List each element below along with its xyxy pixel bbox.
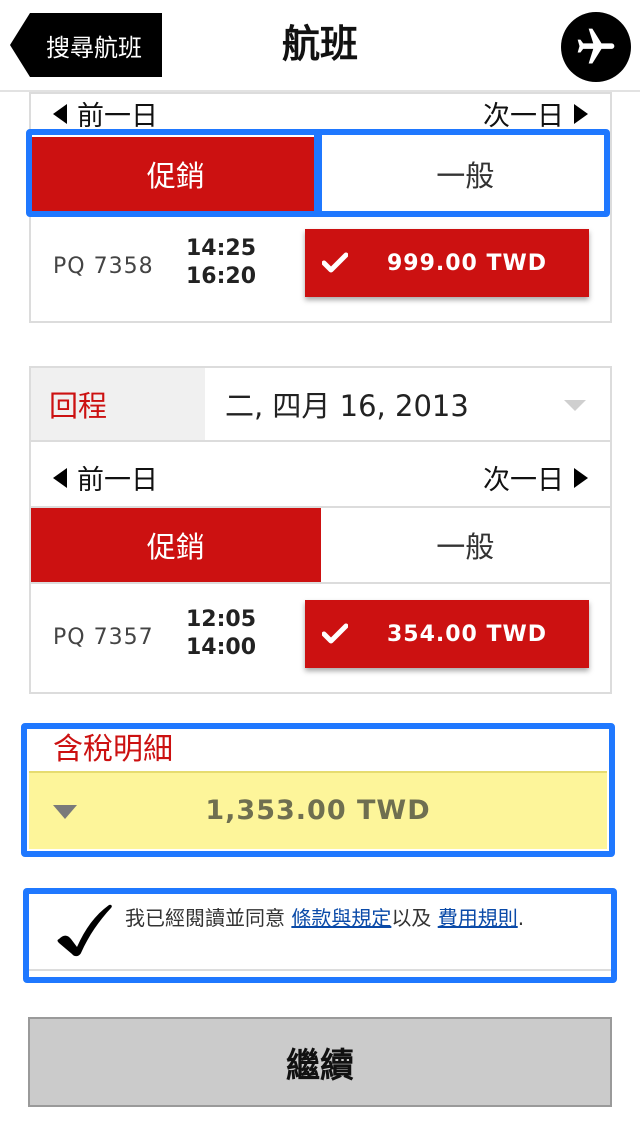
tab-label: 一般 — [436, 159, 495, 193]
flight-times: 14:25 16:20 — [181, 235, 261, 291]
price-label: 999.00 TWD — [386, 250, 548, 276]
flight-number: PQ 7358 — [53, 254, 154, 279]
return-tab-promo[interactable]: 促銷 — [31, 508, 321, 582]
triangle-left-icon — [53, 103, 67, 124]
return-day-nav: 前一日 次一日 — [31, 442, 610, 508]
return-fare-tabs: 促銷 一般 — [31, 508, 610, 584]
flight-status-button[interactable] — [561, 12, 631, 82]
next-day-label: 次一日 — [483, 101, 564, 132]
outbound-day-nav: 前一日 次一日 — [31, 94, 610, 133]
outbound-tab-promo[interactable]: 促銷 — [31, 137, 321, 211]
price-label: 354.00 TWD — [386, 621, 548, 647]
outbound-flight-row: PQ 7358 14:25 16:20 999.00 TWD — [31, 213, 610, 321]
return-flight-row: PQ 7357 12:05 14:00 354.00 TWD — [31, 584, 610, 692]
check-icon — [305, 623, 365, 645]
back-button-label: 搜尋航班 — [46, 33, 142, 62]
triangle-right-icon — [574, 467, 588, 488]
outbound-tab-regular[interactable]: 一般 — [320, 137, 610, 211]
return-flight-panel: 回程 二, 四月 16, 2013 前一日 次一日 促銷 一般 PQ 7357 … — [29, 366, 612, 694]
airplane-icon — [577, 28, 615, 64]
triangle-right-icon — [574, 103, 588, 124]
highlight-divider — [314, 129, 322, 217]
chevron-down-icon — [564, 400, 586, 411]
continue-button[interactable]: 繼續 — [28, 1017, 612, 1107]
tab-label: 促銷 — [146, 530, 205, 564]
next-day-label: 次一日 — [483, 465, 564, 496]
return-date-value: 二, 四月 16, 2013 — [225, 389, 469, 423]
depart-time: 12:05 — [185, 607, 257, 632]
triangle-left-icon — [53, 467, 67, 488]
checkmark-icon — [57, 904, 112, 957]
total-amount: 1,353.00 TWD — [205, 795, 431, 826]
terms-text: 我已經閱讀並同意 條款與規定以及 費用規則. — [125, 905, 595, 932]
return-header: 回程 二, 四月 16, 2013 — [31, 368, 610, 442]
continue-label: 繼續 — [286, 1045, 354, 1086]
terms-suffix: . — [517, 906, 525, 930]
return-prev-day-button[interactable]: 前一日 — [53, 458, 158, 497]
terms-checkbox[interactable] — [53, 901, 115, 963]
return-next-day-button[interactable]: 次一日 — [483, 458, 588, 497]
total-toggle[interactable]: 1,353.00 TWD — [29, 771, 607, 849]
chevron-down-icon — [53, 805, 77, 819]
terms-conditions-link[interactable]: 條款與規定 — [291, 906, 391, 930]
outbound-prev-day-button[interactable]: 前一日 — [53, 94, 158, 133]
tax-breakdown: 含稅明細 1,353.00 TWD — [29, 729, 607, 849]
return-label: 回程 — [31, 368, 205, 440]
flight-times: 12:05 14:00 — [181, 606, 261, 662]
divider — [29, 969, 612, 971]
tab-label: 一般 — [436, 530, 495, 564]
tax-label: 含稅明細 — [53, 732, 173, 767]
arrive-time: 14:00 — [185, 635, 257, 660]
app-header: 搜尋航班 航班 — [0, 0, 640, 92]
outbound-next-day-button[interactable]: 次一日 — [483, 94, 588, 133]
prev-day-label: 前一日 — [77, 101, 158, 132]
return-tab-regular[interactable]: 一般 — [320, 508, 610, 582]
flight-number: PQ 7357 — [53, 625, 154, 650]
tab-label: 促銷 — [146, 159, 205, 193]
return-date-select[interactable]: 二, 四月 16, 2013 — [205, 368, 610, 440]
return-price-button[interactable]: 354.00 TWD — [305, 600, 589, 668]
outbound-price-button[interactable]: 999.00 TWD — [305, 229, 589, 297]
depart-time: 14:25 — [185, 236, 257, 261]
fee-rules-link[interactable]: 費用規則 — [438, 906, 518, 930]
arrive-time: 16:20 — [185, 264, 257, 289]
terms-agreement: 我已經閱讀並同意 條款與規定以及 費用規則. — [29, 893, 612, 973]
back-button[interactable]: 搜尋航班 — [10, 13, 162, 77]
prev-day-label: 前一日 — [77, 465, 158, 496]
terms-prefix: 我已經閱讀並同意 — [125, 906, 292, 930]
check-icon — [305, 252, 365, 274]
terms-mid: 以及 — [391, 906, 438, 930]
